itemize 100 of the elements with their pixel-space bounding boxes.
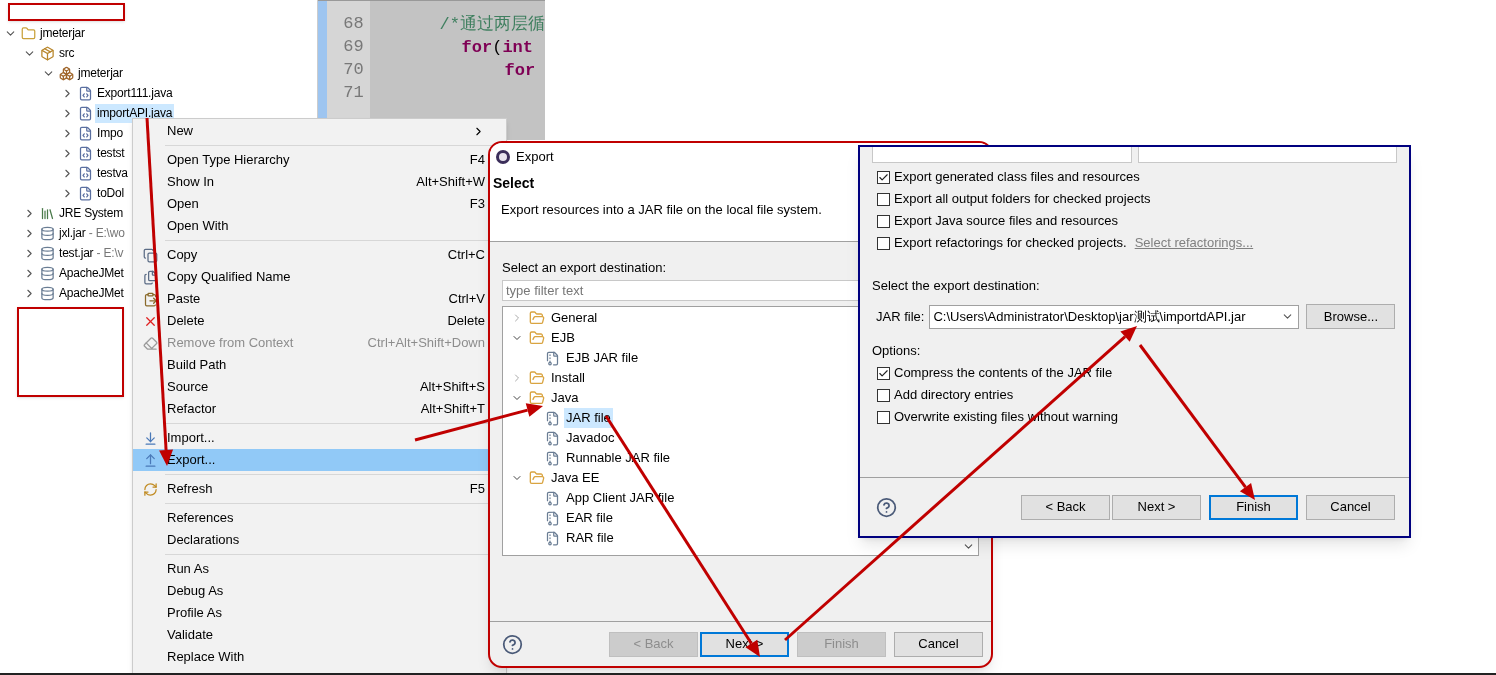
folder-icon [529, 310, 545, 326]
menu-item[interactable]: Delete Delete [133, 310, 488, 332]
boxes-icon [59, 65, 74, 81]
tree-item[interactable]: testva [95, 163, 130, 183]
page-description: Export resources into a JAR file on the local file system. [501, 202, 822, 217]
shortcut-label: Alt+Shift+T [420, 400, 485, 419]
menu-item[interactable]: Source Alt+Shift+S [133, 376, 488, 398]
file-path: - E:\v [95, 246, 124, 260]
tree-item[interactable]: jmeterjar [76, 63, 125, 83]
dialog-button[interactable]: Cancel [1306, 494, 1395, 520]
dialog-button[interactable]: < Back [1021, 494, 1110, 520]
code-file-icon [78, 85, 93, 101]
tree-item[interactable]: RAR file [564, 528, 616, 548]
menu-item[interactable]: Profile As [133, 602, 488, 624]
menu-item[interactable]: Validate [133, 624, 488, 646]
menu-item[interactable]: Copy Ctrl+C [133, 244, 488, 266]
documents-icon [142, 269, 158, 285]
tree-item[interactable]: Javadoc [564, 428, 617, 448]
archive-file-icon [545, 490, 560, 506]
checkbox[interactable] [877, 170, 890, 184]
shortcut-label: Ctrl+V [448, 290, 485, 309]
menu-item[interactable]: Refresh F5 [133, 478, 488, 500]
menu-item[interactable]: New [133, 120, 488, 142]
tree-item[interactable]: Export111.java [95, 83, 175, 103]
menu-item[interactable]: References [133, 507, 488, 529]
section-label: Options: [871, 342, 922, 360]
copy-icon [142, 247, 158, 263]
dialog-button[interactable]: Next > [1112, 494, 1201, 520]
app-icon [495, 149, 511, 165]
page-heading: Select [493, 175, 535, 191]
menu-item[interactable]: Declarations [133, 529, 488, 551]
select-refactorings-link[interactable]: Select refactorings... [1134, 233, 1254, 253]
line-number: 71 [343, 82, 364, 104]
tree-item[interactable]: Java EE [551, 468, 600, 488]
shortcut-label: Delete [447, 312, 485, 331]
tree-item[interactable]: jmeterjar [38, 23, 87, 43]
code-file-icon [78, 125, 93, 141]
checkbox[interactable] [877, 366, 890, 380]
checkbox[interactable] [877, 410, 890, 424]
line-number: 69 [343, 36, 364, 58]
tree-item[interactable]: jxl.jar - E:\wo [57, 223, 127, 243]
line-number: 70 [343, 59, 364, 81]
help-icon[interactable] [876, 496, 897, 518]
checkbox[interactable] [877, 214, 890, 228]
menu-item[interactable]: Open With [133, 215, 488, 237]
cylinder-icon [40, 265, 55, 281]
checkbox-label: Add directory entries [894, 386, 1014, 405]
dialog-button[interactable]: Finish [1209, 494, 1298, 520]
field-label: Select an export destination: [502, 259, 668, 277]
line-number: 68 [343, 13, 364, 35]
menu-item[interactable]: Replace With [133, 646, 488, 668]
code-file-icon [78, 105, 93, 121]
tree-item[interactable]: General [551, 308, 598, 328]
menu-item[interactable]: Show In Alt+Shift+W [133, 171, 488, 193]
menu-item[interactable]: Open Type Hierarchy F4 [133, 149, 488, 171]
menu-item[interactable]: Debug As [133, 580, 488, 602]
text-field[interactable] [872, 147, 1132, 163]
tree-item[interactable]: JRE System [57, 203, 125, 223]
code-file-icon [78, 165, 93, 181]
menu-item[interactable]: Import... [133, 427, 488, 449]
shortcut-label: F4 [469, 151, 485, 170]
menu-item[interactable]: Paste Ctrl+V [133, 288, 488, 310]
code-file-icon [78, 145, 93, 161]
checkbox-label: Export all output folders for checked projects [894, 190, 1151, 209]
tree-item[interactable]: testst [95, 143, 127, 163]
tree-item[interactable]: Install [551, 368, 585, 388]
browse-button[interactable]: Browse... [1306, 304, 1396, 329]
menu-item[interactable]: Run As [133, 558, 488, 580]
archive-file-icon [545, 410, 560, 426]
menu-item[interactable]: Refactor Alt+Shift+T [133, 398, 488, 420]
folder-icon [529, 470, 545, 486]
tree-item[interactable]: ApacheJMet [57, 263, 126, 283]
checkbox[interactable] [877, 388, 890, 402]
checkbox-label: Export refactorings for checked projects. [894, 234, 1127, 253]
jar-file-path: C:\Users\Administrator\Desktop\jar测试\importdAPI.jar [933, 307, 1247, 326]
code-line: for [504, 61, 536, 80]
books-icon [40, 205, 55, 221]
tree-item[interactable]: test.jar - E:\v [57, 243, 126, 263]
tree-item[interactable]: EAR file [564, 508, 615, 528]
shortcut-label: Alt+Shift+W [416, 173, 485, 192]
checkbox[interactable] [877, 192, 890, 206]
eraser-icon [142, 335, 158, 351]
menu-item[interactable]: Build Path [133, 354, 488, 376]
refresh-icon [142, 481, 158, 497]
checkbox[interactable] [877, 236, 890, 250]
tree-item[interactable]: Java [551, 388, 579, 408]
jar-file-combobox[interactable]: C:\Users\Administrator\Desktop\jar测试\importdAPI.jar [929, 304, 1300, 329]
tree-item[interactable]: Impo [95, 123, 125, 143]
file-path: - E:\wo [87, 226, 125, 240]
menu-item[interactable]: Copy Qualified Name [133, 266, 488, 288]
shortcut-label: Ctrl+Alt+Shift+Down [367, 334, 485, 353]
tree-item[interactable]: src [57, 43, 77, 63]
tree-item[interactable]: EJB [551, 328, 575, 348]
help-icon[interactable] [502, 633, 523, 655]
dialog-button[interactable]: Cancel [894, 631, 983, 657]
menu-item[interactable]: Open F3 [133, 193, 488, 215]
tree-item[interactable]: toDol [95, 183, 126, 203]
text-field[interactable] [1138, 147, 1397, 163]
tree-item[interactable]: ApacheJMet [57, 283, 126, 303]
tree-item[interactable]: EJB JAR file [564, 348, 641, 368]
